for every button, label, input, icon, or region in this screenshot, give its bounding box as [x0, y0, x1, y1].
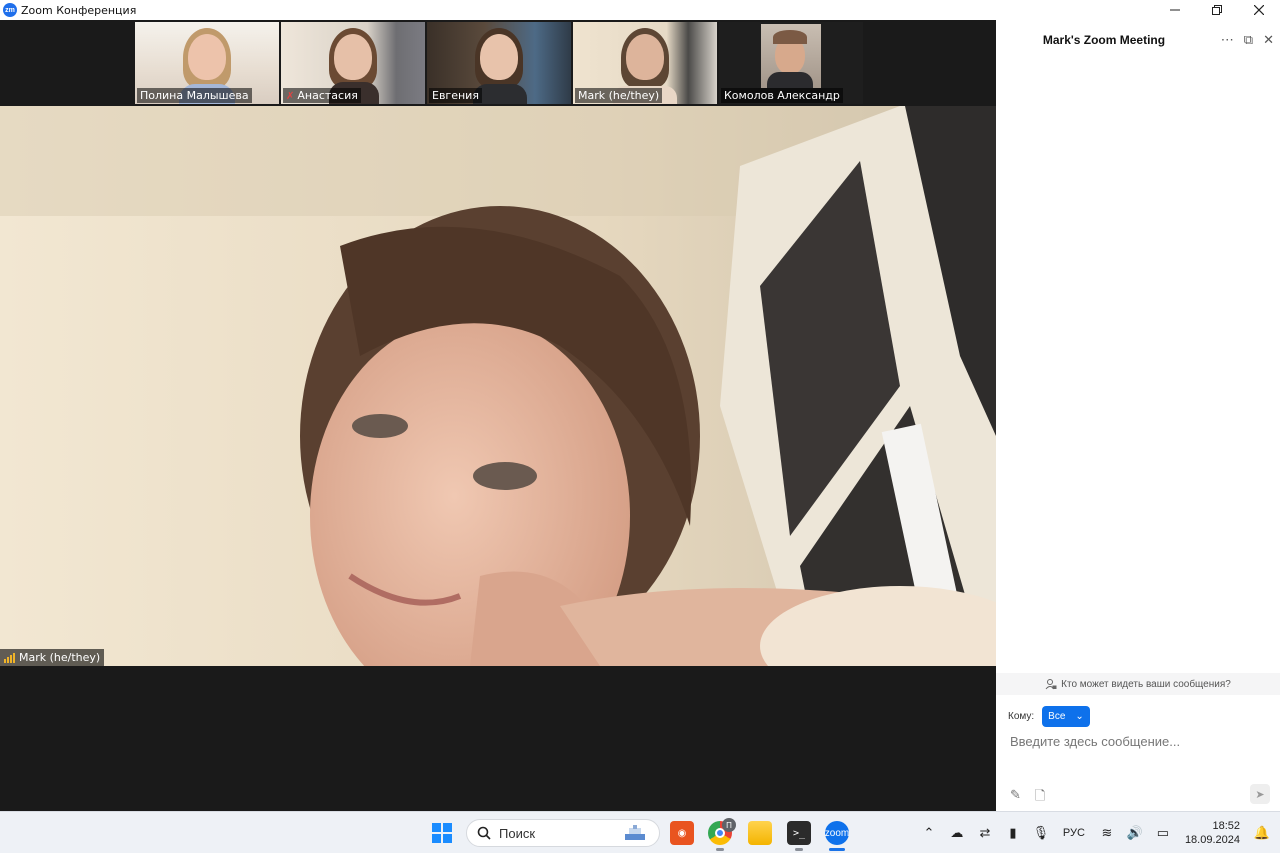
- active-indicator: [829, 848, 845, 851]
- main-video[interactable]: Mark (he/they): [0, 106, 996, 666]
- participant-tile[interactable]: Mark (he/they): [573, 22, 717, 104]
- chat-header: Mark's Zoom Meeting ⋯ ⧉ ✕: [996, 20, 1280, 60]
- participant-tile[interactable]: Комолов Александр: [719, 22, 863, 104]
- close-icon: [1254, 5, 1264, 15]
- search-icon: [477, 826, 491, 840]
- battery-icon[interactable]: ▭: [1149, 825, 1177, 841]
- message-input[interactable]: [1010, 734, 1270, 749]
- chat-title: Mark's Zoom Meeting: [1042, 33, 1166, 47]
- microphone-icon[interactable]: 🎙: [1027, 825, 1055, 841]
- person-lock-icon: [1045, 679, 1057, 690]
- participant-name: Полина Малышева: [137, 88, 252, 103]
- window-controls: [1154, 0, 1280, 20]
- close-window-button[interactable]: [1238, 0, 1280, 20]
- language-indicator[interactable]: РУС: [1063, 827, 1085, 839]
- zoom-app-icon: zm: [3, 3, 17, 17]
- audio-meter-icon[interactable]: ▮: [999, 825, 1027, 841]
- privacy-link[interactable]: Кто может видеть ваши сообщения?: [996, 673, 1280, 695]
- send-button[interactable]: ➤: [1250, 784, 1270, 804]
- chat-tools: ✎ 🗋: [1010, 787, 1045, 809]
- chat-actions: ⋯ ⧉ ✕: [1221, 32, 1274, 48]
- participant-name: Евгения: [429, 88, 482, 103]
- clock-time: 18:52: [1212, 820, 1240, 832]
- system-tray: ⌃ ☁ ⇄ ▮ 🎙 РУС ≋ 🔊 ▭ 18:52 18.09.2024 🔔: [915, 812, 1280, 853]
- signal-strength-icon: [4, 652, 15, 663]
- privacy-text: Кто может видеть ваши сообщения?: [1061, 678, 1231, 690]
- main-video-name: Mark (he/they): [0, 649, 105, 666]
- start-button[interactable]: [432, 823, 452, 843]
- volume-icon[interactable]: 🔊: [1121, 825, 1149, 841]
- close-chat-icon[interactable]: ✕: [1263, 32, 1274, 48]
- minimize-button[interactable]: [1154, 0, 1196, 20]
- video-frame: [0, 106, 996, 666]
- title-bar: zm Zoom Конференция: [0, 0, 1280, 20]
- participant-tile[interactable]: Полина Малышева: [135, 22, 279, 104]
- pop-out-icon[interactable]: ⧉: [1244, 32, 1253, 48]
- onedrive-icon[interactable]: ☁: [943, 825, 971, 841]
- send-icon: ➤: [1255, 788, 1265, 801]
- participant-tile[interactable]: Евгения: [427, 22, 571, 104]
- running-indicator: [795, 848, 803, 851]
- recipient-row: Кому: Все ⌄: [1008, 706, 1090, 727]
- participant-tile[interactable]: ✗ Анастасия: [281, 22, 425, 104]
- mic-muted-icon: ✗: [286, 91, 295, 102]
- participant-strip: Полина Малышева ✗ Анастасия Евгения Mark…: [135, 22, 863, 104]
- taskbar-search[interactable]: Поиск: [466, 819, 660, 847]
- format-text-icon[interactable]: ✎: [1010, 787, 1021, 809]
- file-icon[interactable]: 🗋: [1035, 787, 1045, 809]
- restore-button[interactable]: [1196, 0, 1238, 20]
- restore-icon: [1212, 5, 1222, 15]
- running-indicator: [716, 848, 724, 851]
- ubuntu-app-icon[interactable]: ◉: [670, 821, 694, 845]
- clock[interactable]: 18:52 18.09.2024: [1185, 819, 1240, 847]
- search-highlight-icon: [625, 825, 645, 840]
- notification-bell-icon[interactable]: 🔔: [1250, 825, 1274, 841]
- clock-date: 18.09.2024: [1184, 834, 1240, 846]
- more-options-icon[interactable]: ⋯: [1221, 32, 1234, 48]
- participant-name: Комолов Александр: [721, 88, 843, 103]
- participant-name: ✗ Анастасия: [283, 88, 361, 103]
- chevron-up-icon[interactable]: ⌃: [915, 825, 943, 841]
- sync-icon[interactable]: ⇄: [971, 825, 999, 841]
- participant-name: Mark (he/they): [575, 88, 663, 103]
- zoom-taskbar-icon[interactable]: zoom: [825, 821, 849, 845]
- recipient-label: Кому:: [1008, 711, 1035, 722]
- meeting-area: Полина Малышева ✗ Анастасия Евгения Mark…: [0, 20, 996, 811]
- minimize-icon: [1170, 9, 1180, 11]
- taskbar: Поиск ◉ П >_ zoom ⌃ ☁ ⇄ ▮ 🎙 РУС ≋ 🔊 ▭ 18…: [0, 811, 1280, 853]
- search-placeholder: Поиск: [499, 825, 536, 841]
- file-explorer-icon[interactable]: [748, 821, 772, 845]
- wifi-icon[interactable]: ≋: [1093, 825, 1121, 841]
- terminal-icon[interactable]: >_: [787, 821, 811, 845]
- chevron-down-icon: ⌄: [1075, 711, 1084, 722]
- chrome-profile-badge: П: [722, 818, 736, 832]
- main-speaker-name: Mark (he/they): [19, 651, 101, 664]
- window-title: Zoom Конференция: [21, 3, 137, 17]
- recipient-value: Все: [1048, 711, 1066, 722]
- recipient-select[interactable]: Все ⌄: [1042, 706, 1090, 727]
- chat-panel: Mark's Zoom Meeting ⋯ ⧉ ✕ Кто может виде…: [996, 20, 1280, 811]
